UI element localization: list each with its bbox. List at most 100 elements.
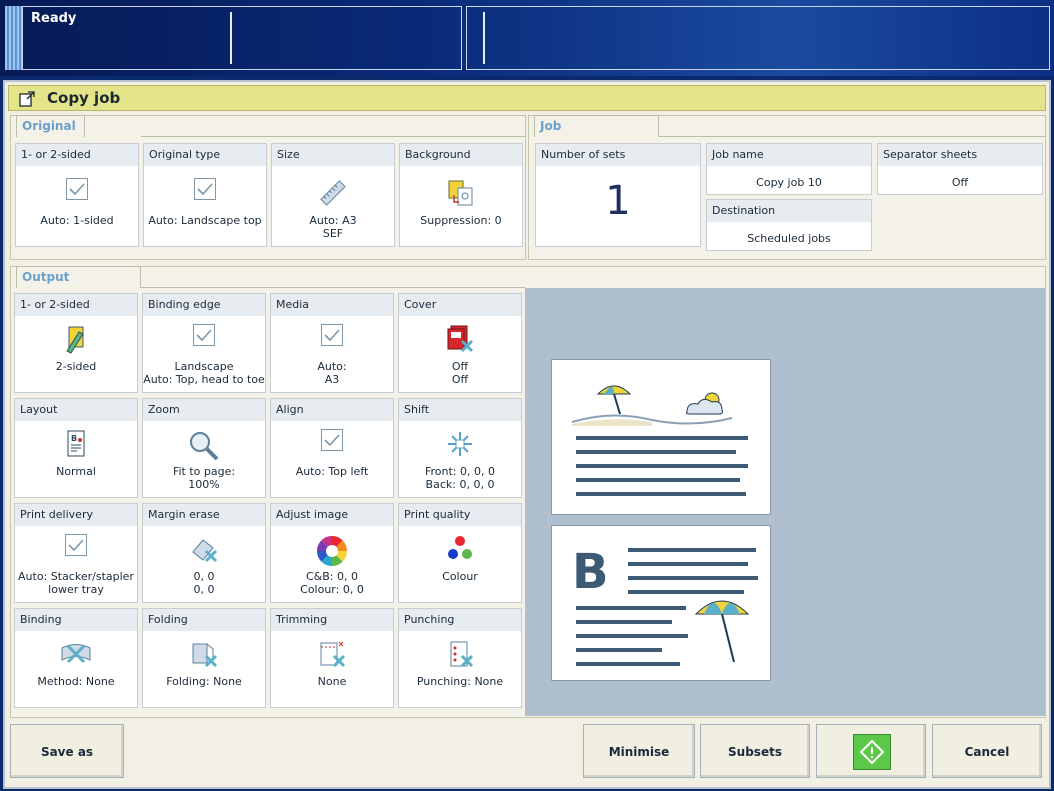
minimise-button[interactable]: Minimise <box>583 724 695 778</box>
tile-label: Align <box>271 399 393 421</box>
tile-value: Auto: Landscape top <box>148 214 262 227</box>
window-title: Copy job <box>47 89 121 107</box>
tile-number-of-sets[interactable]: Number of sets 1 <box>535 143 701 247</box>
tile-job-name[interactable]: Job name Copy job 10 <box>706 143 872 195</box>
tile-value: Auto: Top left <box>295 465 369 478</box>
svg-text:B: B <box>572 544 609 600</box>
tile-label: Cover <box>399 294 521 316</box>
tile-label: 1- or 2-sided <box>15 294 137 316</box>
tile-value2: 100% <box>188 478 220 491</box>
window-titlebar: Copy job <box>8 85 1046 111</box>
tile-value: Copy job 10 <box>756 176 822 189</box>
tile-adjust-image[interactable]: Adjust image C&B: 0, 0 Colour: 0, 0 <box>270 503 394 603</box>
ruler-icon <box>272 178 394 208</box>
cover-icon <box>399 324 521 354</box>
tile-binding[interactable]: Binding Method: None <box>14 608 138 708</box>
tile-value: Off <box>951 176 969 189</box>
tile-value: Colour <box>442 570 478 583</box>
tile-cover[interactable]: Cover Off Off <box>398 293 522 393</box>
original-section: Original 1- or 2-sided Auto: 1-sided Ori… <box>10 115 526 260</box>
tile-zoom[interactable]: Zoom Fit to page: 100% <box>142 398 266 498</box>
tile-original-sided[interactable]: 1- or 2-sided Auto: 1-sided <box>15 143 139 247</box>
tab-job[interactable]: Job <box>534 115 659 137</box>
tile-label: Original type <box>144 144 266 166</box>
tile-value: Auto: <box>317 360 347 373</box>
background-suppression-icon <box>400 178 522 208</box>
tile-binding-edge[interactable]: Binding edge Landscape Auto: Top, head to… <box>142 293 266 393</box>
tile-value2: lower tray <box>48 583 104 596</box>
tile-folding[interactable]: Folding Folding: None <box>142 608 266 708</box>
tile-layout[interactable]: Layout B Normal <box>14 398 138 498</box>
tile-value2: SEF <box>322 227 344 240</box>
tile-value: None <box>317 675 347 688</box>
tile-label: Job name <box>707 144 871 166</box>
tile-value: Off <box>451 360 469 373</box>
tile-label: Folding <box>143 609 265 631</box>
magnifier-icon <box>143 429 265 461</box>
tile-value: Auto: A3 <box>309 214 357 227</box>
status-bar: Ready <box>0 0 1054 76</box>
tile-original-size[interactable]: Size Auto: A3 SEF <box>271 143 395 247</box>
preview-page-back: B <box>551 525 771 681</box>
tile-label: Destination <box>707 200 871 222</box>
tile-value: 2-sided <box>55 360 97 373</box>
tile-original-background[interactable]: Background Suppression: 0 <box>399 143 523 247</box>
tile-output-sided[interactable]: 1- or 2-sided 2-sided <box>14 293 138 393</box>
tile-media[interactable]: Media Auto: A3 <box>270 293 394 393</box>
tile-label: Binding edge <box>143 294 265 316</box>
tile-label: Trimming <box>271 609 393 631</box>
binding-icon <box>15 639 137 669</box>
tile-punching[interactable]: Punching Punching: None <box>398 608 522 708</box>
tab-output[interactable]: Output <box>16 266 141 288</box>
copy-job-icon <box>18 90 36 111</box>
start-button[interactable] <box>816 724 926 778</box>
tile-value: Normal <box>56 465 96 478</box>
tile-label: 1- or 2-sided <box>16 144 138 166</box>
tile-value: Method: None <box>37 675 115 688</box>
tile-label: Media <box>271 294 393 316</box>
number-of-sets-value: 1 <box>605 178 631 224</box>
tile-value2: A3 <box>324 373 340 386</box>
trimming-icon <box>271 639 393 669</box>
checkbox-icon <box>321 324 343 346</box>
checkbox-icon <box>66 178 88 200</box>
tile-label: Background <box>400 144 522 166</box>
tile-label: Print delivery <box>15 504 137 526</box>
checkbox-icon <box>321 429 343 451</box>
tile-label: Size <box>272 144 394 166</box>
subsets-button[interactable]: Subsets <box>700 724 810 778</box>
tile-value2: Back: 0, 0, 0 <box>425 478 495 491</box>
tile-value: Punching: None <box>416 675 504 688</box>
tile-label: Separator sheets <box>878 144 1042 166</box>
tile-value: 0, 0 <box>193 570 215 583</box>
tile-value2: 0, 0 <box>193 583 215 596</box>
tile-print-quality[interactable]: Print quality Colour <box>398 503 522 603</box>
tile-label: Shift <box>399 399 521 421</box>
shift-arrows-icon <box>399 429 521 459</box>
tile-separator-sheets[interactable]: Separator sheets Off <box>877 143 1043 195</box>
tab-original[interactable]: Original <box>16 115 85 137</box>
tile-value: Suppression: 0 <box>420 214 502 227</box>
status-text: Ready <box>31 11 77 26</box>
status-panel-left <box>22 6 462 70</box>
tile-margin-erase[interactable]: Margin erase 0, 0 0, 0 <box>142 503 266 603</box>
cancel-button[interactable]: Cancel <box>932 724 1042 778</box>
tile-label: Margin erase <box>143 504 265 526</box>
tile-value: Folding: None <box>166 675 242 688</box>
tile-shift[interactable]: Shift Front: 0, 0, 0 Back: 0, 0, 0 <box>398 398 522 498</box>
tile-trimming[interactable]: Trimming None <box>270 608 394 708</box>
color-wheel-icon <box>271 534 393 566</box>
two-sided-icon <box>15 324 137 354</box>
tile-value: Auto: Stacker/stapler <box>18 570 134 583</box>
tile-value2: Auto: Top, head to toe <box>143 373 265 386</box>
punching-icon <box>399 639 521 669</box>
tile-label: Punching <box>399 609 521 631</box>
tile-print-delivery[interactable]: Print delivery Auto: Stacker/stapler lowe… <box>14 503 138 603</box>
tile-value: Auto: 1-sided <box>40 214 114 227</box>
tile-destination[interactable]: Destination Scheduled jobs <box>706 199 872 251</box>
tile-label: Zoom <box>143 399 265 421</box>
tile-align[interactable]: Align Auto: Top left <box>270 398 394 498</box>
tile-label: Number of sets <box>536 144 700 166</box>
tile-original-type[interactable]: Original type Auto: Landscape top <box>143 143 267 247</box>
save-as-template-button[interactable]: Save as template <box>10 724 124 778</box>
